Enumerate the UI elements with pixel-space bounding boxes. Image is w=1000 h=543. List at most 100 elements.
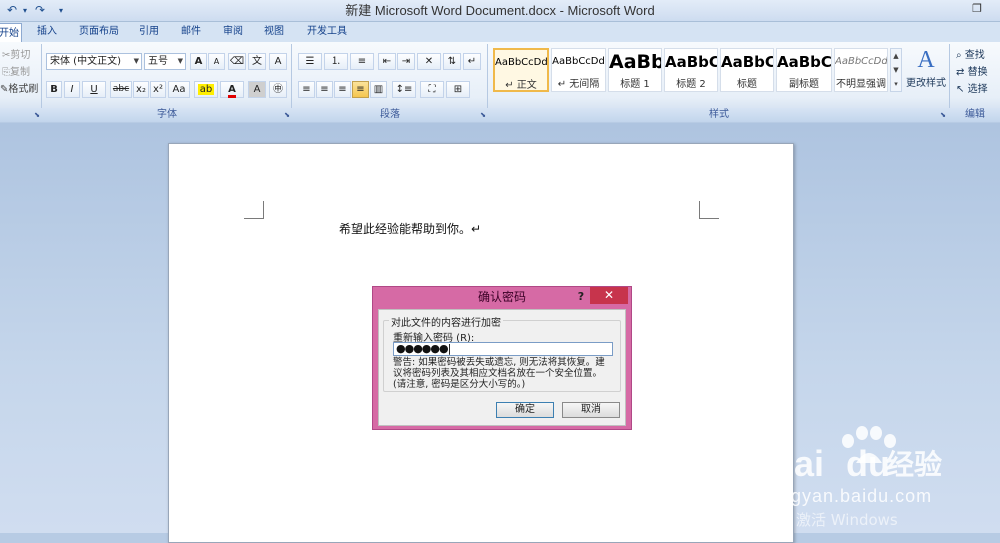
increase-indent-button[interactable]: ⇥ — [397, 53, 415, 70]
character-border-button[interactable]: A — [269, 53, 287, 70]
dialog-launcher-icon[interactable]: ⬊ — [480, 108, 486, 122]
dialog-launcher-icon[interactable]: ⬊ — [284, 108, 290, 122]
replace-icon: ⇄ — [956, 67, 965, 78]
tab-developer[interactable]: 开发工具 — [302, 22, 352, 42]
sort-button[interactable]: ⇅ — [443, 53, 461, 70]
format-painter-button[interactable]: ✎格式刷 — [0, 81, 38, 98]
change-styles-label: 更改样式 — [906, 78, 946, 89]
underline-button[interactable]: U — [82, 81, 106, 98]
select-button[interactable]: ↖ 选择 — [956, 81, 988, 98]
change-styles-button[interactable]: A 更改样式 — [904, 46, 948, 106]
tab-review[interactable]: 审阅 — [216, 22, 250, 42]
style-preview: AaBbC — [721, 53, 773, 71]
align-center-button[interactable]: ≡ — [316, 81, 333, 98]
tab-home[interactable]: 开始 — [0, 23, 22, 43]
bullets-button[interactable]: ☰ — [298, 53, 322, 70]
align-right-button[interactable]: ≡ — [334, 81, 351, 98]
style-preview: AaBbCcDd — [495, 57, 547, 68]
line-spacing-button[interactable]: ↕≡ — [392, 81, 416, 98]
style-heading-2[interactable]: AaBbC 标题 2 — [664, 48, 718, 92]
cut-button[interactable]: ✂剪切 — [2, 47, 30, 64]
phonetic-guide-button[interactable]: 文 — [248, 53, 266, 70]
restore-window-button[interactable]: ❐ — [966, 1, 988, 18]
chinese-layout-button[interactable]: ✕ — [417, 53, 441, 70]
replace-button[interactable]: ⇄ 替换 — [956, 64, 988, 81]
style-preview: AaBbC — [777, 53, 831, 71]
style-subtitle[interactable]: AaBbC 副标题 — [776, 48, 832, 92]
cut-label: 剪切 — [10, 50, 31, 61]
tab-view[interactable]: 视图 — [257, 22, 291, 42]
distributed-button[interactable]: ▥ — [370, 81, 387, 98]
line-spacing-icon: ↕≡ — [395, 84, 413, 95]
enclose-characters-button[interactable]: ㊥ — [269, 81, 287, 98]
shading-button[interactable]: ⛶ — [420, 81, 444, 98]
format-painter-label: 格式刷 — [8, 84, 39, 95]
style-name: 标题 1 — [620, 79, 650, 90]
reenter-password-input[interactable]: ●●●●●●| — [393, 342, 613, 356]
multilevel-list-button[interactable]: ≡ — [350, 53, 374, 70]
style-name: 不明显强调 — [836, 79, 886, 90]
grow-font-button[interactable]: A — [190, 53, 207, 70]
styles-scroll[interactable]: ▲ ▼ ▾ — [890, 48, 902, 92]
styles-group-label: 样式 ⬊ — [488, 108, 950, 122]
align-left-button[interactable]: ≡ — [298, 81, 315, 98]
dialog-launcher-icon[interactable]: ⬊ — [940, 108, 946, 122]
chevron-down-icon: ▼ — [177, 57, 183, 65]
style-subtle-emphasis[interactable]: AaBbCcDd 不明显强调 — [834, 48, 888, 92]
help-button[interactable]: ? — [572, 287, 590, 307]
key-icon — [758, 506, 786, 533]
indent-icon: ⇥ — [401, 56, 411, 67]
character-shading-button[interactable]: A — [248, 81, 266, 98]
shading-a-icon: A — [253, 84, 261, 95]
paint-bucket-icon: ⛶ — [428, 84, 436, 95]
find-button[interactable]: ⌕ 查找 — [956, 47, 985, 64]
subscript-button[interactable]: x₂ — [133, 81, 149, 98]
copy-label: 复制 — [10, 67, 30, 78]
document-text[interactable]: 希望此经验能帮助到你。↵ — [339, 220, 481, 237]
change-case-button[interactable]: Aa — [168, 81, 190, 98]
align-left-icon: ≡ — [302, 84, 311, 95]
style-no-spacing[interactable]: AaBbCcDd ↵ 无间隔 — [551, 48, 606, 92]
numbering-button[interactable]: ⒈ — [324, 53, 348, 70]
eraser-icon: ⌫ — [229, 56, 245, 67]
style-preview: AaBbCcDd — [835, 56, 887, 67]
tab-mailings[interactable]: 邮件 — [174, 22, 208, 42]
superscript-button[interactable]: x² — [150, 81, 166, 98]
dialog-launcher-icon[interactable]: ⬊ — [34, 108, 40, 122]
show-marks-button[interactable]: ↵ — [463, 53, 481, 70]
select-label: 选择 — [967, 84, 988, 95]
cancel-button[interactable]: 取消 — [562, 402, 620, 418]
borders-icon: ⊞ — [453, 84, 463, 95]
highlight-button[interactable]: ab — [194, 81, 218, 98]
font-color-button[interactable]: A — [220, 81, 244, 98]
borders-button[interactable]: ⊞ — [446, 81, 470, 98]
style-title[interactable]: AaBbC 标题 — [720, 48, 774, 92]
style-normal[interactable]: AaBbCcDd ↵ 正文 — [493, 48, 549, 92]
bold-button[interactable]: B — [46, 81, 62, 98]
close-icon: ✕ — [603, 288, 615, 302]
shrink-font-button[interactable]: A — [208, 53, 225, 70]
font-name-combo[interactable]: 宋体 (中文正文) ▼ — [46, 53, 142, 70]
style-heading-1[interactable]: AaBb 标题 1 — [608, 48, 662, 92]
tab-insert[interactable]: 插入 — [30, 22, 64, 42]
strikethrough-button[interactable]: abc — [110, 81, 132, 98]
encrypt-group-label: 对此文件的内容进行加密 — [389, 314, 503, 329]
copy-button[interactable]: ⎘复制 — [2, 64, 30, 81]
tab-references[interactable]: 引用 — [132, 22, 166, 42]
clear-format-button[interactable]: ⌫ — [228, 53, 246, 70]
distributed-icon: ▥ — [373, 84, 384, 95]
more-icon: ▾ — [894, 80, 898, 88]
justify-button[interactable]: ≡ — [352, 81, 369, 98]
font-size-value: 五号 — [148, 56, 168, 67]
clipboard-group-label: ⬊ — [0, 108, 42, 122]
tab-page-layout[interactable]: 页面布局 — [74, 22, 124, 42]
chevron-down-icon: ▼ — [133, 57, 139, 65]
italic-button[interactable]: I — [64, 81, 80, 98]
style-name: ↵ 无间隔 — [557, 79, 600, 90]
font-size-combo[interactable]: 五号 ▼ — [144, 53, 186, 70]
style-name: 标题 2 — [676, 79, 706, 90]
watermark-url: jingyan.baidu.com — [770, 486, 933, 506]
ok-button[interactable]: 确定 — [496, 402, 554, 418]
decrease-indent-button[interactable]: ⇤ — [378, 53, 396, 70]
close-button[interactable]: ✕ — [590, 287, 628, 304]
